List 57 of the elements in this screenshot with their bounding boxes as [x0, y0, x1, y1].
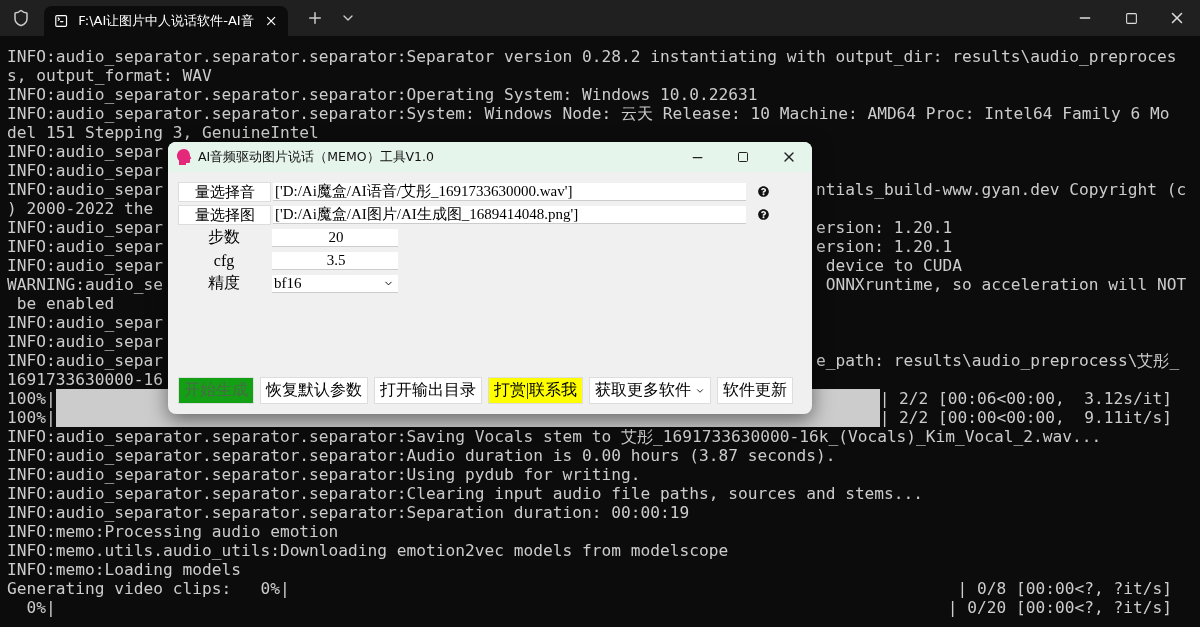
progress-status: | 2/2 [00:06<00:00, 3.12s/it]	[879, 389, 1172, 408]
terminal-line: INFO:audio_separ	[7, 161, 163, 180]
param-label: 步数	[207, 227, 241, 247]
terminal-line: 1691733630000-16	[7, 370, 163, 389]
terminal-line: INFO:audio_separator.separator.separator:Audio duration is 0.00 hours (3.87 seconds).	[7, 446, 836, 465]
file-select-button[interactable]: 量选择音	[178, 181, 271, 202]
terminal-line: INFO:audio_separator.separator.separator:Using pydub for writing.	[7, 465, 641, 484]
terminal-line: ersion: 1.20.1	[815, 237, 953, 256]
progress-label: 100%|	[7, 408, 56, 427]
terminal-line: INFO:audio_separ	[7, 256, 163, 275]
terminal-line: INFO:memo:Processing audio emotion	[7, 522, 339, 541]
progress-label: 0%|	[25, 598, 56, 617]
terminal-line: device to CUDA	[824, 256, 963, 275]
terminal-line: INFO:audio_separator.separator.separator:Operating System: Windows 10.0.22631	[7, 85, 758, 104]
progress-status: | 0/20 [00:00<?, ?it/s]	[947, 598, 1172, 617]
terminal-line: INFO:audio_separ	[7, 237, 163, 256]
terminal-line: INFO:audio_separator.separator.separator:System: Windows Node: 云天 Release: 10 Machine: AMD64 Proc: Intel64 Family 6 Mo	[7, 104, 1170, 123]
param-field[interactable]: 3.5	[272, 251, 398, 270]
terminal-line: s, output_format: WAV	[7, 66, 212, 85]
terminal-line: INFO:audio_separ	[7, 218, 163, 237]
terminal-line: del 151 Stepping 3, GenuineIntel	[7, 123, 319, 142]
terminal-line: INFO:audio_separ	[7, 313, 163, 332]
param-field[interactable]: 20	[272, 228, 398, 247]
plus-icon[interactable]	[306, 9, 324, 27]
help-icon[interactable]	[758, 186, 769, 197]
terminal-line: INFO:audio_separ	[7, 142, 163, 161]
terminal-line: WARNING:audio_se	[7, 275, 163, 294]
head-icon	[176, 148, 192, 166]
progress-label: 100%|	[7, 389, 56, 408]
progress-label: Generating video clips: 0%|	[7, 579, 290, 598]
terminal-line: ONNXruntime, so acceleration will NOT	[824, 275, 1187, 294]
path-field[interactable]: ['D:/Ai魔盒/AI语音/艾彤_1691733630000.wav']	[273, 182, 746, 201]
terminal-line: ) 2000-2022 the	[7, 199, 154, 218]
terminal-line: ersion: 1.20.1	[815, 218, 953, 237]
terminal-line: e_path: results\audio_preprocess\艾彤_	[815, 351, 1180, 370]
path-field[interactable]: ['D:/Ai魔盒/AI图片/AI生成图_1689414048.png']	[273, 205, 746, 224]
progress-status: | 2/2 [00:00<00:00, 9.11it/s]	[879, 408, 1172, 427]
progress-status: | 0/8 [00:00<?, ?it/s]	[957, 579, 1172, 598]
terminal-line: be enabled	[15, 294, 115, 313]
terminal-icon	[54, 13, 69, 29]
terminal-line: INFO:audio_separ	[7, 351, 163, 370]
terminal-line: INFO:audio_separator.separator.separator:Separator version 0.28.2 instantiating with output_dir: results\audio_preproces	[7, 47, 1177, 66]
dialog-title: AI音频驱动图片说话（MEMO）工具V1.0	[198, 148, 435, 166]
terminal-line: INFO:audio_separator.separator.separator:Clearing input audio file paths, sources and stems...	[7, 484, 924, 503]
param-label: 精度	[207, 273, 241, 293]
precision-select[interactable]: bf16	[272, 274, 398, 293]
help-icon[interactable]	[758, 209, 769, 220]
terminal-line: ntials_build-www.gyan.dev Copyright (c	[815, 180, 1187, 199]
terminal-line: INFO:memo:Loading models	[7, 560, 241, 579]
terminal-line: INFO:audio_separator.separator.separator:Saving Vocals stem to 艾彤_1691733630000-16k_(Vocals)_Kim_Vocal_2.wav...	[7, 427, 1102, 446]
terminal-line: INFO:memo.utils.audio_utils:Downloading emotion2vec models from modelscope	[7, 541, 729, 560]
file-select-button[interactable]: 量选择图	[178, 204, 271, 225]
terminal-tab[interactable]: F:\AI让图片中人说话软件-AI音	[44, 6, 288, 36]
param-label: cfg	[212, 251, 236, 270]
terminal-line: INFO:audio_separ	[7, 180, 163, 199]
terminal-line: INFO:audio_separ	[7, 332, 163, 351]
terminal-line: INFO:audio_separator.separator.separator:Separation duration: 00:00:19	[7, 503, 690, 522]
